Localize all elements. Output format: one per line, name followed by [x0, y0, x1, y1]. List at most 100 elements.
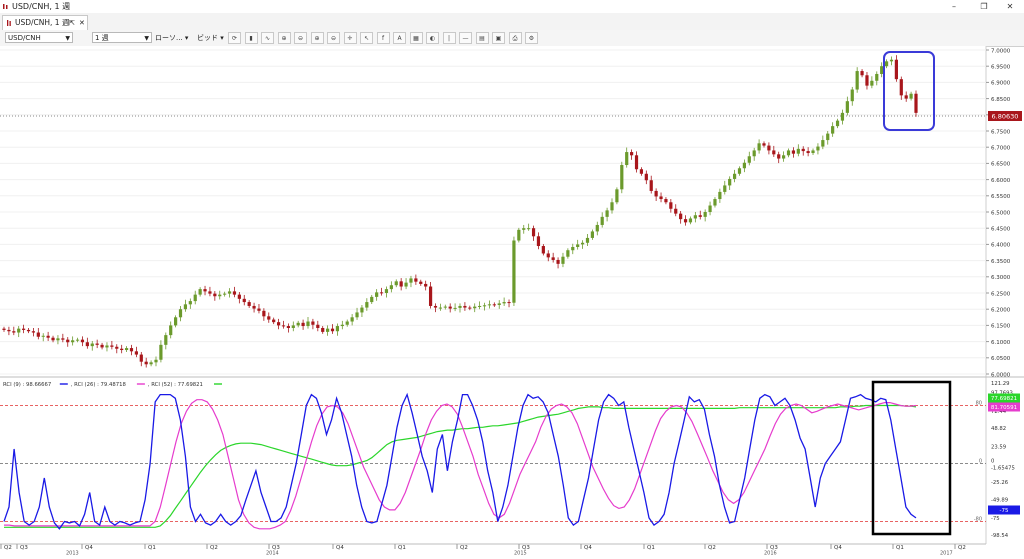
candle-body: [438, 307, 442, 309]
detach-tab-icon[interactable]: ⇱: [69, 16, 75, 30]
candle-body: [786, 150, 791, 156]
year-label: 2017: [940, 551, 953, 556]
candle-body: [571, 246, 575, 251]
candle-body: [286, 326, 290, 328]
line-chart-icon[interactable]: ∿: [261, 32, 274, 44]
candle-body: [845, 101, 849, 113]
price-axis-label: 6.9500: [991, 65, 1011, 71]
chart-svg[interactable]: 7.00006.95006.90006.85006.80006.75006.70…: [0, 46, 1024, 557]
chart-area[interactable]: 7.00006.95006.90006.85006.80006.75006.70…: [0, 46, 1024, 557]
indicator-legend-text: RCI (9) : 98.66667: [3, 382, 51, 388]
candle-body: [889, 59, 894, 62]
candle-body: [7, 329, 11, 332]
bar-chart-icon[interactable]: ▮: [244, 32, 258, 44]
candle-body: [164, 335, 168, 345]
candle-body: [703, 212, 707, 217]
close-window-button[interactable]: ✕: [996, 0, 1024, 13]
candle-body: [424, 283, 428, 287]
candle-body: [71, 340, 75, 343]
screenshot-icon[interactable]: ⎙: [508, 32, 522, 44]
candle-body: [576, 244, 580, 247]
symbol-select[interactable]: USD/CNH ▼: [5, 32, 73, 43]
zoom-out-2-icon[interactable]: ⊖: [327, 32, 340, 44]
candle-body: [512, 240, 516, 303]
candle-body: [105, 345, 109, 348]
candle-body: [51, 337, 55, 341]
maximize-button[interactable]: ❐: [970, 0, 998, 13]
zoom-out-icon[interactable]: ⊖: [294, 32, 307, 44]
candle-body: [468, 307, 472, 309]
candle-body: [370, 296, 374, 303]
candle-body: [139, 354, 143, 362]
vertical-line-icon[interactable]: |: [442, 32, 456, 44]
candle-body: [826, 133, 830, 141]
template-icon[interactable]: ▣: [492, 32, 505, 44]
candle-body: [674, 208, 678, 214]
minimize-button[interactable]: –: [940, 0, 968, 13]
year-label: 2014: [266, 551, 279, 556]
candle-body: [904, 95, 908, 99]
candle-body: [585, 237, 590, 243]
candle-body: [232, 291, 237, 295]
candle-body: [546, 253, 550, 258]
candle-body: [752, 150, 756, 157]
candle-body: [335, 326, 340, 332]
candle-body: [473, 306, 477, 309]
candle-body: [492, 304, 496, 306]
quarter-label: Q2: [708, 545, 716, 551]
crosshair-icon[interactable]: ✛: [343, 32, 357, 44]
price-side-dropdown[interactable]: ビッド ▾: [197, 32, 224, 44]
settings-icon[interactable]: ⚙: [525, 32, 538, 44]
tab-usdcnh-weekly[interactable]: USD/CNH, 1 週 ⇱ ✕: [2, 15, 88, 30]
price-axis-label: 6.5000: [991, 210, 1011, 216]
candle-style-icon[interactable]: ▦: [409, 32, 423, 44]
year-label: 2016: [764, 551, 777, 556]
candle-body: [120, 348, 124, 351]
color-scheme-icon[interactable]: ◐: [426, 32, 439, 44]
candle-body: [634, 155, 639, 170]
price-axis-label: 6.5500: [991, 194, 1011, 200]
candle-body: [394, 281, 398, 286]
candle-body: [321, 327, 325, 332]
candle-body: [75, 339, 80, 341]
cursor-icon[interactable]: ↖: [360, 32, 373, 44]
candle-body: [247, 302, 251, 306]
candle-body: [262, 310, 266, 317]
candle-body: [272, 319, 276, 323]
chart-type-dropdown[interactable]: ローソ... ▾: [155, 32, 188, 44]
quarter-label: Q2: [958, 545, 966, 551]
price-axis-label: 6.2500: [991, 291, 1011, 297]
price-side-label: ビッド: [197, 34, 218, 42]
year-label: 2013: [66, 551, 79, 556]
zoom-in-2-icon[interactable]: ⊕: [310, 32, 324, 44]
window-title: USD/CNH, 1 週: [12, 2, 71, 11]
candle-body: [26, 329, 31, 332]
indicator-axis-label: -98.54: [991, 533, 1009, 539]
close-tab-icon[interactable]: ✕: [79, 16, 85, 30]
candle-body: [821, 140, 825, 147]
candle-body: [22, 328, 26, 330]
price-axis-label: 6.4500: [991, 227, 1011, 233]
zoom-in-icon[interactable]: ⊕: [277, 32, 291, 44]
quarter-label: Q1: [647, 545, 655, 551]
candle-body: [698, 215, 702, 217]
chart-toolbar: USD/CNH ▼ 1 週 ▼ ローソ... ▾ ビッド ▾ ⟳ ▮ ∿ ⊕ ⊖ ⊕ ⊖ ✛ ↖…: [0, 30, 1024, 47]
candle-body: [257, 308, 261, 311]
refresh-icon[interactable]: ⟳: [228, 32, 241, 44]
timeframe-select[interactable]: 1 週 ▼: [92, 32, 152, 43]
rci-26-line: [4, 399, 917, 530]
candle-body: [860, 71, 864, 76]
horizontal-line-icon[interactable]: —: [459, 32, 472, 44]
candle-body: [884, 61, 889, 67]
indicator-fx-icon[interactable]: f: [376, 32, 390, 44]
candle-body: [595, 224, 599, 232]
candle-body: [124, 348, 129, 351]
candle-body: [203, 289, 207, 292]
indicator-axis-label: 0: [991, 459, 995, 465]
candle-body: [875, 73, 879, 81]
candle-body: [531, 228, 536, 237]
candle-body: [870, 80, 874, 86]
indicator-abc-icon[interactable]: A: [393, 32, 406, 44]
quarter-label: Q2: [4, 545, 12, 551]
grid-icon[interactable]: ▤: [475, 32, 489, 44]
